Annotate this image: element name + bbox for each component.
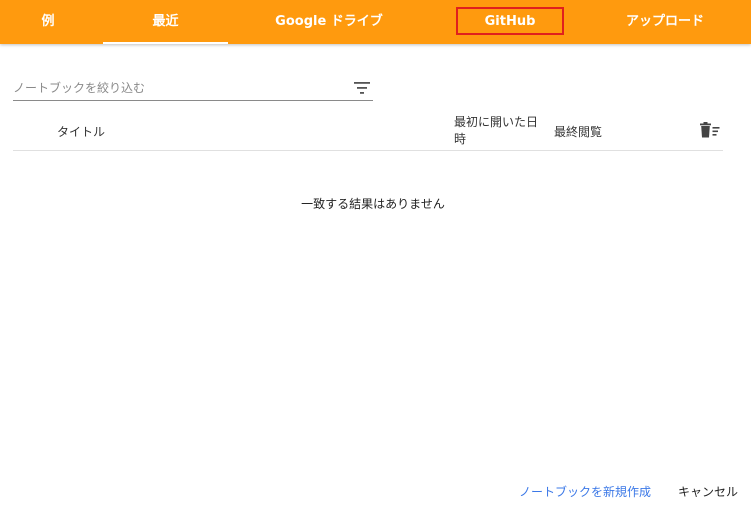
- tab-google-drive-label: Google ドライブ: [275, 14, 383, 29]
- column-title[interactable]: タイトル: [57, 123, 105, 140]
- cancel-button[interactable]: キャンセル: [678, 483, 738, 500]
- notebook-filter-input[interactable]: [13, 78, 343, 98]
- tab-github-highlight-box: [456, 7, 564, 35]
- notebook-filter: [13, 76, 373, 101]
- tab-recent[interactable]: 最近: [103, 0, 228, 44]
- filter-icon[interactable]: [353, 80, 371, 96]
- column-first-opened[interactable]: 最初に開いた日時: [454, 114, 544, 148]
- empty-results-message: 一致する結果はありません: [301, 197, 445, 211]
- tab-examples-label: 例: [41, 14, 55, 29]
- tab-active-indicator: [103, 42, 228, 44]
- tab-recent-label: 最近: [152, 14, 179, 29]
- table-header: タイトル 最初に開いた日時 最終閲覧: [13, 110, 723, 151]
- tab-upload-label: アップロード: [625, 14, 704, 29]
- tab-google-drive[interactable]: Google ドライブ: [246, 0, 412, 44]
- column-last-viewed[interactable]: 最終閲覧: [554, 123, 602, 140]
- new-notebook-link[interactable]: ノートブックを新規作成: [519, 483, 651, 500]
- tab-upload[interactable]: アップロード: [592, 0, 738, 44]
- tab-bar: 例 最近 Google ドライブ GitHub アップロード: [0, 0, 751, 44]
- trash-icon[interactable]: [699, 122, 721, 138]
- tab-examples[interactable]: 例: [0, 0, 96, 44]
